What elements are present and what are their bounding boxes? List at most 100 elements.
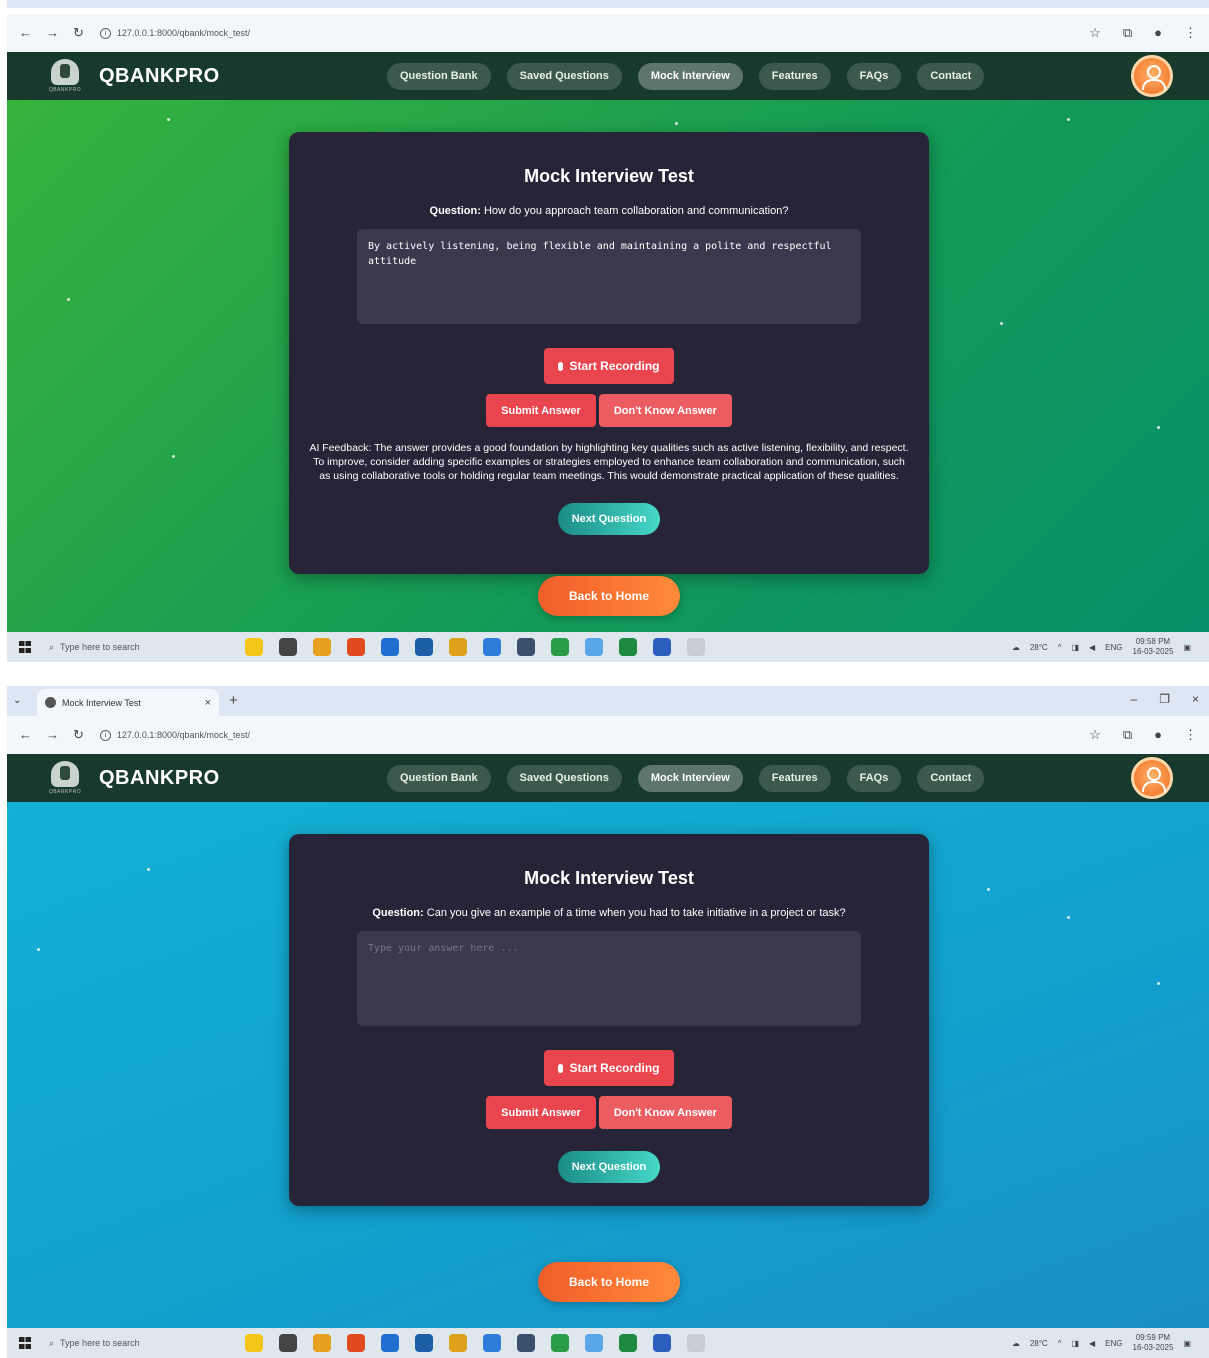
back-to-home-button[interactable]: Back to Home (538, 576, 680, 616)
app-icon[interactable] (687, 1334, 705, 1352)
logo[interactable]: QBANKPRO (43, 758, 87, 798)
browser-tab[interactable]: Mock Interview Test × (37, 689, 219, 716)
bookmark-star-icon[interactable]: ☆ (1089, 727, 1101, 743)
menu-dots-icon[interactable]: ⋮ (1184, 727, 1197, 743)
tray-chevron-icon[interactable]: ^ (1058, 1339, 1062, 1348)
start-recording-button[interactable]: Start Recording (544, 348, 674, 384)
weather-icon[interactable]: ☁ (1012, 1339, 1020, 1348)
start-recording-button[interactable]: Start Recording (544, 1050, 674, 1086)
extensions-icon[interactable]: ⧉ (1123, 25, 1132, 41)
nav-mock-interview[interactable]: Mock Interview (637, 63, 743, 90)
whatsapp-icon[interactable] (551, 1334, 569, 1352)
profile-icon[interactable]: ● (1154, 25, 1162, 41)
task-view-icon[interactable] (279, 638, 297, 656)
task-view-icon[interactable] (279, 1334, 297, 1352)
windows-start-icon[interactable] (19, 641, 31, 653)
submit-answer-button[interactable]: Submit Answer (486, 394, 596, 427)
back-to-home-button[interactable]: Back to Home (538, 1262, 680, 1302)
nav-faqs[interactable]: FAQs (846, 765, 902, 792)
notification-icon[interactable]: ▣ (1183, 643, 1191, 652)
site-info-icon[interactable]: i (99, 27, 111, 39)
word-icon[interactable] (653, 1334, 671, 1352)
profile-icon[interactable]: ● (1154, 727, 1162, 743)
brand-name[interactable]: QBANKPRO (99, 767, 220, 790)
copilot-icon[interactable] (245, 1334, 263, 1352)
nav-question-bank[interactable]: Question Bank (387, 63, 491, 90)
app-icon[interactable] (347, 638, 365, 656)
extensions-icon[interactable]: ⧉ (1123, 727, 1132, 743)
app-icon[interactable] (517, 638, 535, 656)
brand-name[interactable]: QBANKPRO (99, 65, 220, 88)
tray-chevron-icon[interactable]: ^ (1058, 643, 1062, 652)
app-icon[interactable] (517, 1334, 535, 1352)
url-field[interactable]: i 127.0.0.1:8000/qbank/mock_test/ (99, 27, 250, 39)
excel-icon[interactable] (619, 638, 637, 656)
nav-question-bank[interactable]: Question Bank (387, 765, 491, 792)
forward-arrow-icon[interactable]: → (46, 727, 59, 743)
weather-icon[interactable]: ☁ (1012, 643, 1020, 652)
nav-mock-interview[interactable]: Mock Interview (637, 765, 743, 792)
tab-close-icon[interactable]: × (205, 697, 211, 709)
user-avatar-icon[interactable] (1131, 757, 1173, 799)
answer-input[interactable]: By actively listening, being flexible an… (357, 229, 861, 324)
minimize-icon[interactable]: – (1131, 692, 1138, 706)
submit-answer-button[interactable]: Submit Answer (486, 1096, 596, 1129)
reload-icon[interactable]: ↻ (73, 25, 84, 41)
nav-features[interactable]: Features (758, 63, 831, 90)
nav-saved-questions[interactable]: Saved Questions (506, 765, 622, 792)
excel-icon[interactable] (619, 1334, 637, 1352)
app-icon[interactable] (585, 1334, 603, 1352)
dont-know-answer-button[interactable]: Don't Know Answer (598, 394, 732, 427)
notification-icon[interactable]: ▣ (1183, 1339, 1191, 1348)
language-indicator[interactable]: ENG (1105, 1339, 1122, 1348)
nav-faqs[interactable]: FAQs (846, 63, 902, 90)
taskbar-search[interactable]: ⌕ Type here to search (49, 1331, 199, 1355)
taskbar-clock[interactable]: 09:58 PM 16-03-2025 (1133, 637, 1174, 657)
next-question-button[interactable]: Next Question (557, 503, 661, 535)
app-icon[interactable] (585, 638, 603, 656)
taskbar-search[interactable]: ⌕ Type here to search (49, 635, 199, 659)
language-indicator[interactable]: ENG (1105, 643, 1122, 652)
volume-icon[interactable]: ◀ (1089, 643, 1095, 652)
dont-know-answer-button[interactable]: Don't Know Answer (598, 1096, 732, 1129)
chrome-icon[interactable] (449, 638, 467, 656)
menu-dots-icon[interactable]: ⋮ (1184, 25, 1197, 41)
nav-contact[interactable]: Contact (917, 765, 985, 792)
edge-icon[interactable] (381, 1334, 399, 1352)
volume-icon[interactable]: ◀ (1089, 1339, 1095, 1348)
new-tab-plus-icon[interactable]: + (229, 692, 238, 709)
word-icon[interactable] (653, 638, 671, 656)
nav-saved-questions[interactable]: Saved Questions (506, 63, 622, 90)
nav-contact[interactable]: Contact (917, 63, 985, 90)
site-info-icon[interactable]: i (99, 729, 111, 741)
edge-icon[interactable] (381, 638, 399, 656)
taskbar-clock[interactable]: 09:59 PM 16-03-2025 (1133, 1333, 1174, 1353)
file-explorer-icon[interactable] (313, 1334, 331, 1352)
store-icon[interactable] (415, 638, 433, 656)
app-icon[interactable] (687, 638, 705, 656)
restore-icon[interactable]: ❐ (1159, 692, 1170, 706)
bookmark-star-icon[interactable]: ☆ (1089, 25, 1101, 41)
answer-input[interactable] (357, 931, 861, 1026)
store-icon[interactable] (415, 1334, 433, 1352)
user-avatar-icon[interactable] (1131, 55, 1173, 97)
vscode-icon[interactable] (483, 638, 501, 656)
app-icon[interactable] (347, 1334, 365, 1352)
whatsapp-icon[interactable] (551, 638, 569, 656)
nav-features[interactable]: Features (758, 765, 831, 792)
network-icon[interactable]: ◨ (1071, 643, 1079, 652)
network-icon[interactable]: ◨ (1071, 1339, 1079, 1348)
vscode-icon[interactable] (483, 1334, 501, 1352)
forward-arrow-icon[interactable]: → (46, 25, 59, 41)
window-close-icon[interactable]: × (1192, 692, 1199, 706)
next-question-button[interactable]: Next Question (557, 1151, 661, 1183)
chrome-icon[interactable] (449, 1334, 467, 1352)
logo[interactable]: QBANKPRO (43, 56, 87, 96)
reload-icon[interactable]: ↻ (73, 727, 84, 743)
windows-start-icon[interactable] (19, 1337, 31, 1349)
back-arrow-icon[interactable]: ← (19, 25, 32, 41)
file-explorer-icon[interactable] (313, 638, 331, 656)
back-arrow-icon[interactable]: ← (19, 727, 32, 743)
url-field[interactable]: i 127.0.0.1:8000/qbank/mock_test/ (99, 729, 250, 741)
copilot-icon[interactable] (245, 638, 263, 656)
